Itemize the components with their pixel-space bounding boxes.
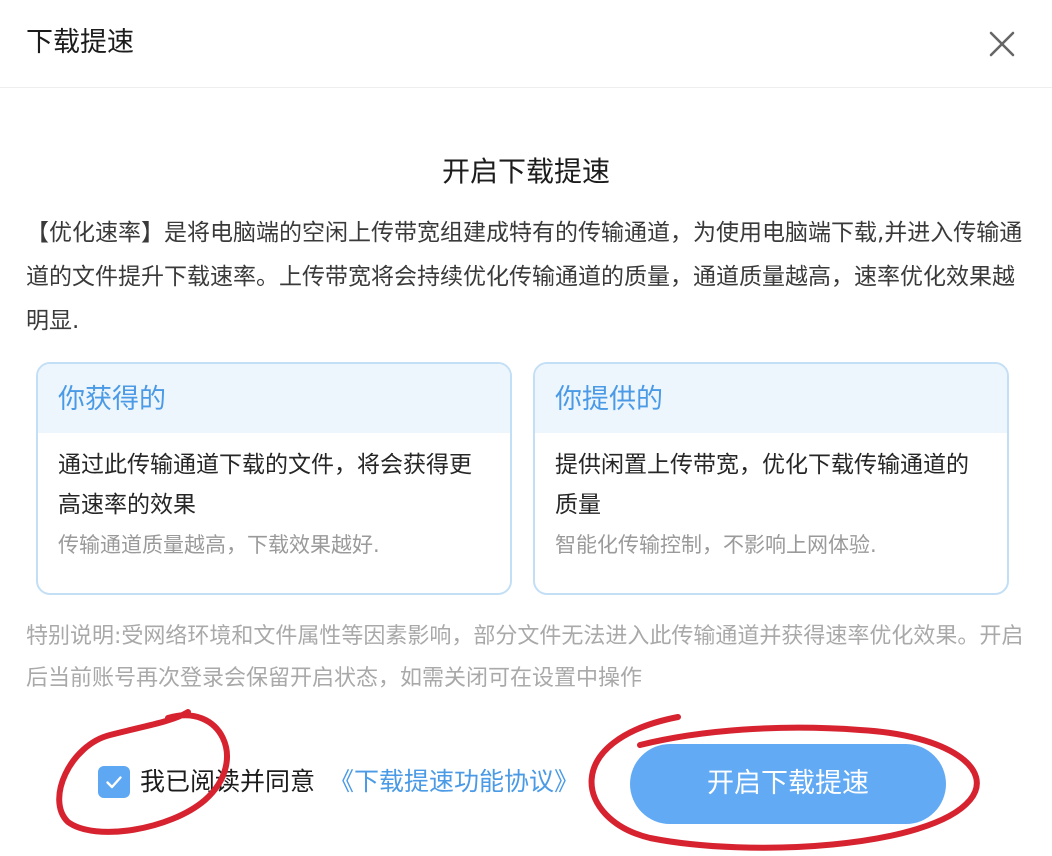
card-title: 你提供的 bbox=[535, 364, 1007, 433]
checkmark-icon bbox=[106, 776, 122, 789]
agreement-label: 我已阅读并同意 bbox=[140, 767, 316, 796]
agreement-link[interactable]: 《下载提速功能协议》 bbox=[329, 762, 579, 802]
close-icon bbox=[989, 31, 1015, 57]
dialog-header: 下载提速 bbox=[0, 0, 1052, 88]
intro-paragraph: 【优化速率】是将电脑端的空闲上传带宽组建成特有的传输通道，为使用电脑端下载,并进… bbox=[26, 220, 1023, 334]
close-button[interactable] bbox=[984, 26, 1020, 62]
section-heading: 开启下载提速 bbox=[441, 155, 610, 188]
card-title: 你获得的 bbox=[38, 364, 510, 433]
card-body: 提供闲置上传带宽，优化下载传输通道的质量 智能化传输控制，不影响上网体验. bbox=[535, 433, 1007, 565]
agreement-checkbox[interactable] bbox=[98, 766, 130, 798]
dialog-title: 下载提速 bbox=[26, 27, 134, 58]
card-body: 通过此传输通道下载的文件，将会获得更高速率的效果 传输通道质量越高，下载效果越好… bbox=[38, 433, 510, 565]
benefit-card-receive: 你获得的 通过此传输通道下载的文件，将会获得更高速率的效果 传输通道质量越高，下… bbox=[36, 362, 512, 595]
download-boost-dialog: 下载提速 开启下载提速 【优化速率】是将电脑端的空闲上传带宽组建成特有的传输通道… bbox=[0, 0, 1052, 856]
agreement-row: 我已阅读并同意 《下载提速功能协议》 bbox=[98, 762, 579, 802]
benefit-card-provide: 你提供的 提供闲置上传带宽，优化下载传输通道的质量 智能化传输控制，不影响上网体… bbox=[533, 362, 1009, 595]
card-sub-text: 智能化传输控制，不影响上网体验. bbox=[555, 533, 877, 557]
enable-boost-button[interactable]: 开启下载提速 bbox=[630, 744, 946, 824]
card-main-text: 通过此传输通道下载的文件，将会获得更高速率的效果 bbox=[58, 452, 472, 518]
card-main-text: 提供闲置上传带宽，优化下载传输通道的质量 bbox=[555, 452, 969, 518]
special-note: 特别说明:受网络环境和文件属性等因素影响，部分文件无法进入此传输通道并获得速率优… bbox=[26, 624, 1024, 691]
card-sub-text: 传输通道质量越高，下载效果越好. bbox=[58, 533, 380, 557]
